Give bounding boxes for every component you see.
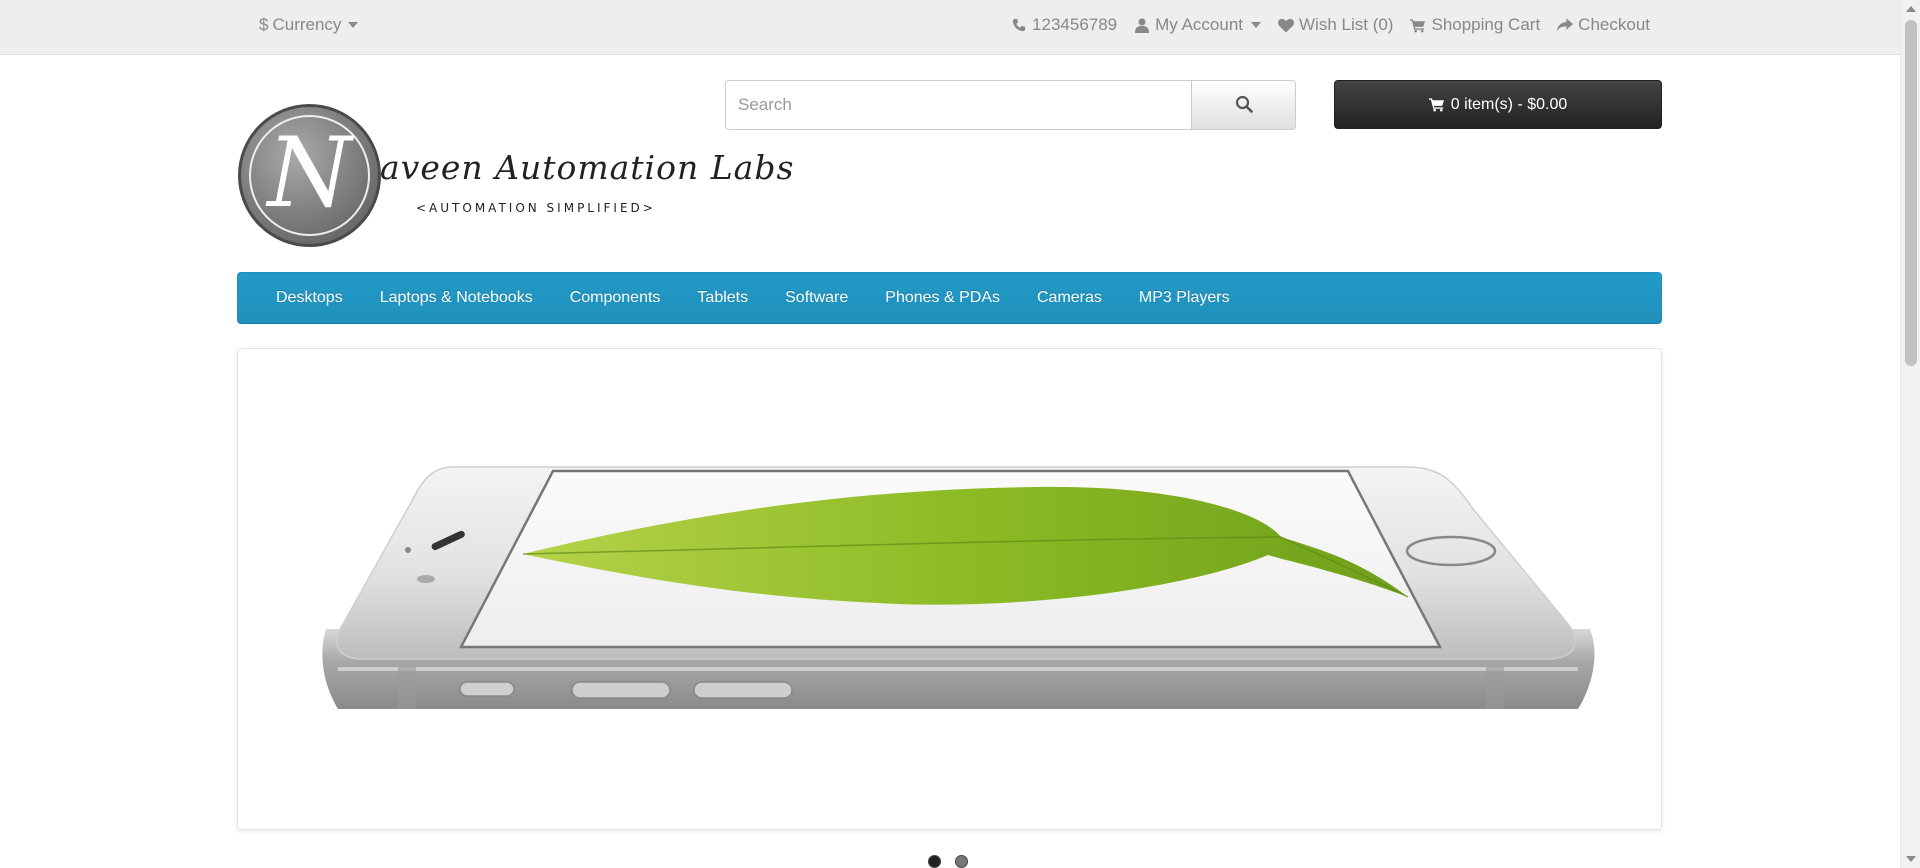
- scroll-up-arrow-icon[interactable]: [1906, 6, 1916, 12]
- menu-item-cameras[interactable]: Cameras: [1037, 289, 1102, 307]
- search-icon: [1235, 95, 1253, 116]
- phone-icon: [1011, 17, 1027, 33]
- currency-dropdown[interactable]: $ Currency: [259, 0, 359, 50]
- menu-item-software[interactable]: Software: [785, 289, 848, 307]
- iphone-leaf-image: [322, 466, 1595, 709]
- menu-item-components[interactable]: Components: [570, 289, 661, 307]
- top-bar: $ Currency 123456789 My Account Wish Lis…: [0, 0, 1900, 55]
- menu-item-desktops[interactable]: Desktops: [276, 289, 343, 307]
- slide-dot-1[interactable]: [928, 855, 941, 868]
- logo-tagline: <AUTOMATION SIMPLIFIED>: [416, 201, 656, 215]
- search-button[interactable]: [1192, 80, 1296, 130]
- currency-label: Currency: [272, 15, 342, 34]
- slideshow-banner[interactable]: [237, 348, 1662, 830]
- logo-letter: N: [267, 117, 352, 229]
- page-scrollbar[interactable]: [1900, 0, 1920, 868]
- menu-item-tablets[interactable]: Tablets: [697, 289, 748, 307]
- my-account-dropdown[interactable]: My Account: [1134, 15, 1262, 35]
- category-menu: Desktops Laptops & Notebooks Components …: [237, 272, 1662, 324]
- shopping-cart-icon: [1428, 97, 1445, 113]
- menu-item-mp3-players[interactable]: MP3 Players: [1139, 289, 1230, 307]
- search-bar: [725, 80, 1296, 130]
- cart-button[interactable]: 0 item(s) - $0.00: [1334, 80, 1662, 129]
- menu-item-laptops-notebooks[interactable]: Laptops & Notebooks: [380, 289, 533, 307]
- cart-total-label: 0 item(s) - $0.00: [1450, 95, 1568, 113]
- shopping-cart-link[interactable]: Shopping Cart: [1410, 15, 1540, 35]
- user-icon: [1134, 17, 1150, 33]
- logo-name: aveen Automation Labs: [380, 148, 795, 187]
- caret-down-icon: [348, 22, 359, 28]
- top-links: 123456789 My Account Wish List (0) Shopp…: [1011, 0, 1650, 50]
- phone-link[interactable]: 123456789: [1011, 15, 1117, 35]
- menu-item-phones-pdas[interactable]: Phones & PDAs: [885, 289, 1000, 307]
- phone-number: 123456789: [1032, 15, 1118, 34]
- share-arrow-icon: [1557, 17, 1574, 33]
- checkout-link[interactable]: Checkout: [1557, 15, 1650, 35]
- site-logo[interactable]: N aveen Automation Labs <AUTOMATION SIMP…: [238, 104, 793, 250]
- checkout-label: Checkout: [1578, 15, 1650, 34]
- slide-dot-2[interactable]: [955, 855, 968, 868]
- my-account-label: My Account: [1155, 15, 1244, 34]
- shopping-cart-label: Shopping Cart: [1431, 15, 1541, 34]
- logo-emblem: N: [238, 104, 381, 247]
- search-input[interactable]: [725, 80, 1192, 130]
- scroll-down-arrow-icon[interactable]: [1906, 856, 1916, 862]
- slideshow-pager: [928, 855, 968, 868]
- caret-down-icon: [1251, 22, 1262, 28]
- heart-icon: [1278, 17, 1294, 33]
- shopping-cart-icon: [1410, 17, 1426, 33]
- dollar-icon: $: [259, 15, 269, 34]
- wishlist-link[interactable]: Wish List (0): [1278, 15, 1393, 35]
- wishlist-label: Wish List (0): [1299, 15, 1394, 34]
- scrollbar-thumb[interactable]: [1905, 20, 1917, 366]
